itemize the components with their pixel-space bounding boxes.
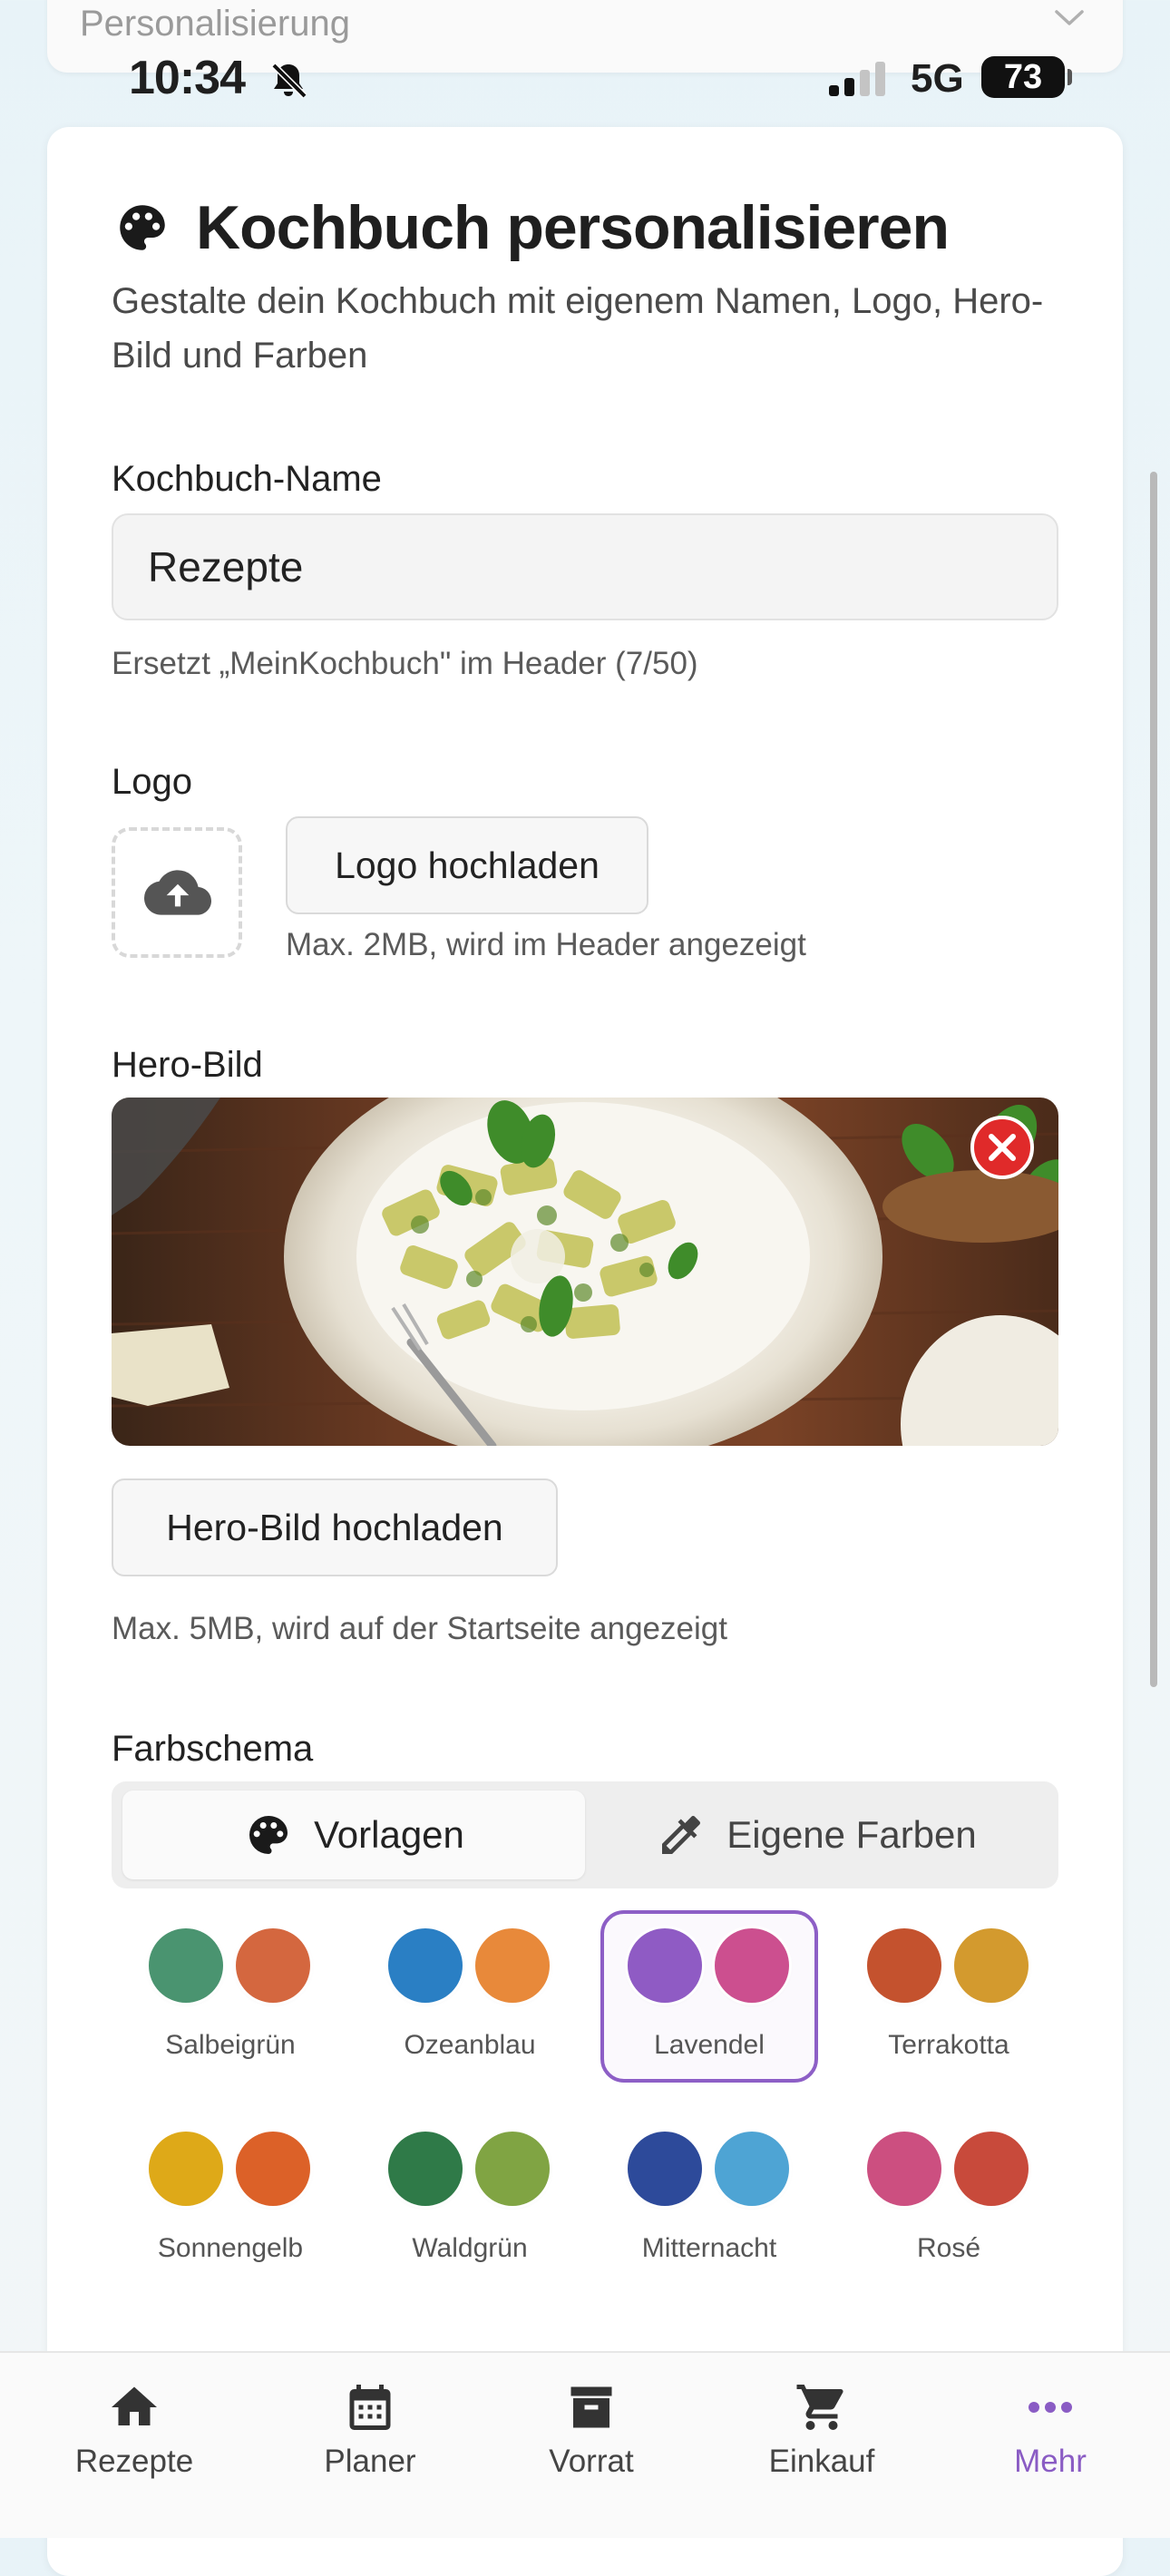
accent-color-swatch [236, 2132, 310, 2206]
bottom-tab-bar: Rezepte Planer Vorrat Einkauf Mehr [0, 2351, 1170, 2538]
tab-label: Einkauf [768, 2444, 875, 2479]
tab-custom-colors[interactable]: Eigene Farben [585, 1791, 1048, 1879]
accent-color-swatch [715, 2132, 789, 2206]
primary-color-swatch [388, 1928, 463, 2003]
color-preset[interactable]: Rosé [840, 2113, 1058, 2286]
calendar-icon [349, 2385, 391, 2430]
accent-color-swatch [715, 1928, 789, 2003]
personalize-card: Kochbuch personalisieren Gestalte dein K… [47, 127, 1123, 2576]
color-preset[interactable]: Terrakotta [840, 1910, 1058, 2083]
primary-color-swatch [628, 1928, 702, 2003]
color-preset-name: Ozeanblau [404, 2030, 536, 2060]
color-scheme-tabs: Vorlagen Eigene Farben [112, 1781, 1058, 1888]
primary-color-swatch [149, 2132, 223, 2206]
color-preset-name: Sonnengelb [157, 2233, 304, 2263]
page-title: Kochbuch personalisieren [196, 193, 950, 262]
primary-color-swatch [628, 2132, 702, 2206]
color-preset-name: Terrakotta [888, 2030, 1009, 2060]
tab-templates[interactable]: Vorlagen [122, 1791, 585, 1879]
accent-color-swatch [236, 1928, 310, 2003]
archive-icon [570, 2386, 612, 2428]
logo-label: Logo [112, 762, 192, 802]
upload-logo-button[interactable]: Logo hochladen [286, 816, 648, 914]
tab-rezepte[interactable]: Rezepte [53, 2380, 216, 2480]
network-type: 5G [911, 56, 964, 101]
color-scheme-label: Farbschema [112, 1729, 314, 1769]
color-preset[interactable]: Salbeigrün [122, 1910, 339, 2083]
tab-planer[interactable]: Planer [288, 2380, 452, 2480]
color-preset[interactable]: Waldgrün [361, 2113, 579, 2286]
cart-icon [796, 2385, 843, 2430]
primary-color-swatch [388, 2132, 463, 2206]
name-field-label: Kochbuch-Name [112, 459, 382, 499]
logo-hint: Max. 2MB, wird im Header angezeigt [286, 927, 806, 962]
accent-color-swatch [954, 2132, 1029, 2206]
palette-icon [120, 205, 165, 250]
logo-dropzone[interactable] [112, 827, 242, 958]
close-icon [989, 1134, 1016, 1161]
bell-slash-icon [271, 63, 307, 99]
primary-color-swatch [867, 2132, 941, 2206]
accent-color-swatch [475, 2132, 550, 2206]
color-preset-name: Mitternacht [641, 2233, 777, 2263]
page-subtitle: Gestalte dein Kochbuch mit eigenem Namen… [112, 281, 1044, 376]
cloud-upload-icon [144, 870, 211, 915]
hero-hint: Max. 5MB, wird auf der Startseite angeze… [112, 1611, 727, 1646]
card-header: Kochbuch personalisieren [112, 192, 950, 263]
tab-label: Eigene Farben [726, 1813, 977, 1856]
tab-label: Vorlagen [314, 1813, 464, 1856]
home-icon [112, 2386, 157, 2425]
color-preset-name: Waldgrün [412, 2233, 528, 2263]
color-preset[interactable]: Ozeanblau [361, 1910, 579, 2083]
status-time: 10:34 [129, 52, 246, 104]
pasta-photo [112, 1098, 1058, 1446]
battery-indicator: 73 [981, 56, 1072, 98]
primary-color-swatch [149, 1928, 223, 2003]
more-icon [1029, 2402, 1072, 2413]
tab-label: Rezepte [74, 2444, 194, 2479]
hero-image-preview [112, 1098, 1058, 1446]
palette-icon [249, 1816, 288, 1854]
tab-label: Vorrat [549, 2444, 634, 2479]
color-preset-name: Salbeigrün [165, 2030, 296, 2060]
tab-vorrat[interactable]: Vorrat [510, 2380, 673, 2480]
accent-color-swatch [954, 1928, 1029, 2003]
status-bar: 10:34 5G 73 [0, 0, 1170, 160]
name-field-hint: Ersetzt „MeinKochbuch" im Header (7/50) [112, 646, 698, 681]
tab-einkauf[interactable]: Einkauf [740, 2380, 903, 2480]
accent-color-swatch [475, 1928, 550, 2003]
color-preset[interactable]: Mitternacht [600, 2113, 818, 2286]
scrollbar[interactable] [1150, 472, 1157, 1687]
cookbook-name-input[interactable]: Rezepte [112, 513, 1058, 620]
remove-hero-button[interactable] [970, 1116, 1034, 1179]
signal-icon [829, 62, 885, 96]
tab-mehr[interactable]: Mehr [969, 2380, 1132, 2480]
color-preset-name: Rosé [916, 2233, 981, 2263]
color-preset[interactable]: Sonnengelb [122, 2113, 339, 2286]
eyedropper-icon [662, 1815, 701, 1854]
primary-color-swatch [867, 1928, 941, 2003]
tab-label: Mehr [1014, 2444, 1087, 2479]
color-preset[interactable]: Lavendel [600, 1910, 818, 2083]
tab-label: Planer [324, 2444, 416, 2479]
color-preset-name: Lavendel [654, 2030, 765, 2060]
hero-label: Hero-Bild [112, 1045, 263, 1085]
upload-hero-button[interactable]: Hero-Bild hochladen [112, 1478, 558, 1576]
